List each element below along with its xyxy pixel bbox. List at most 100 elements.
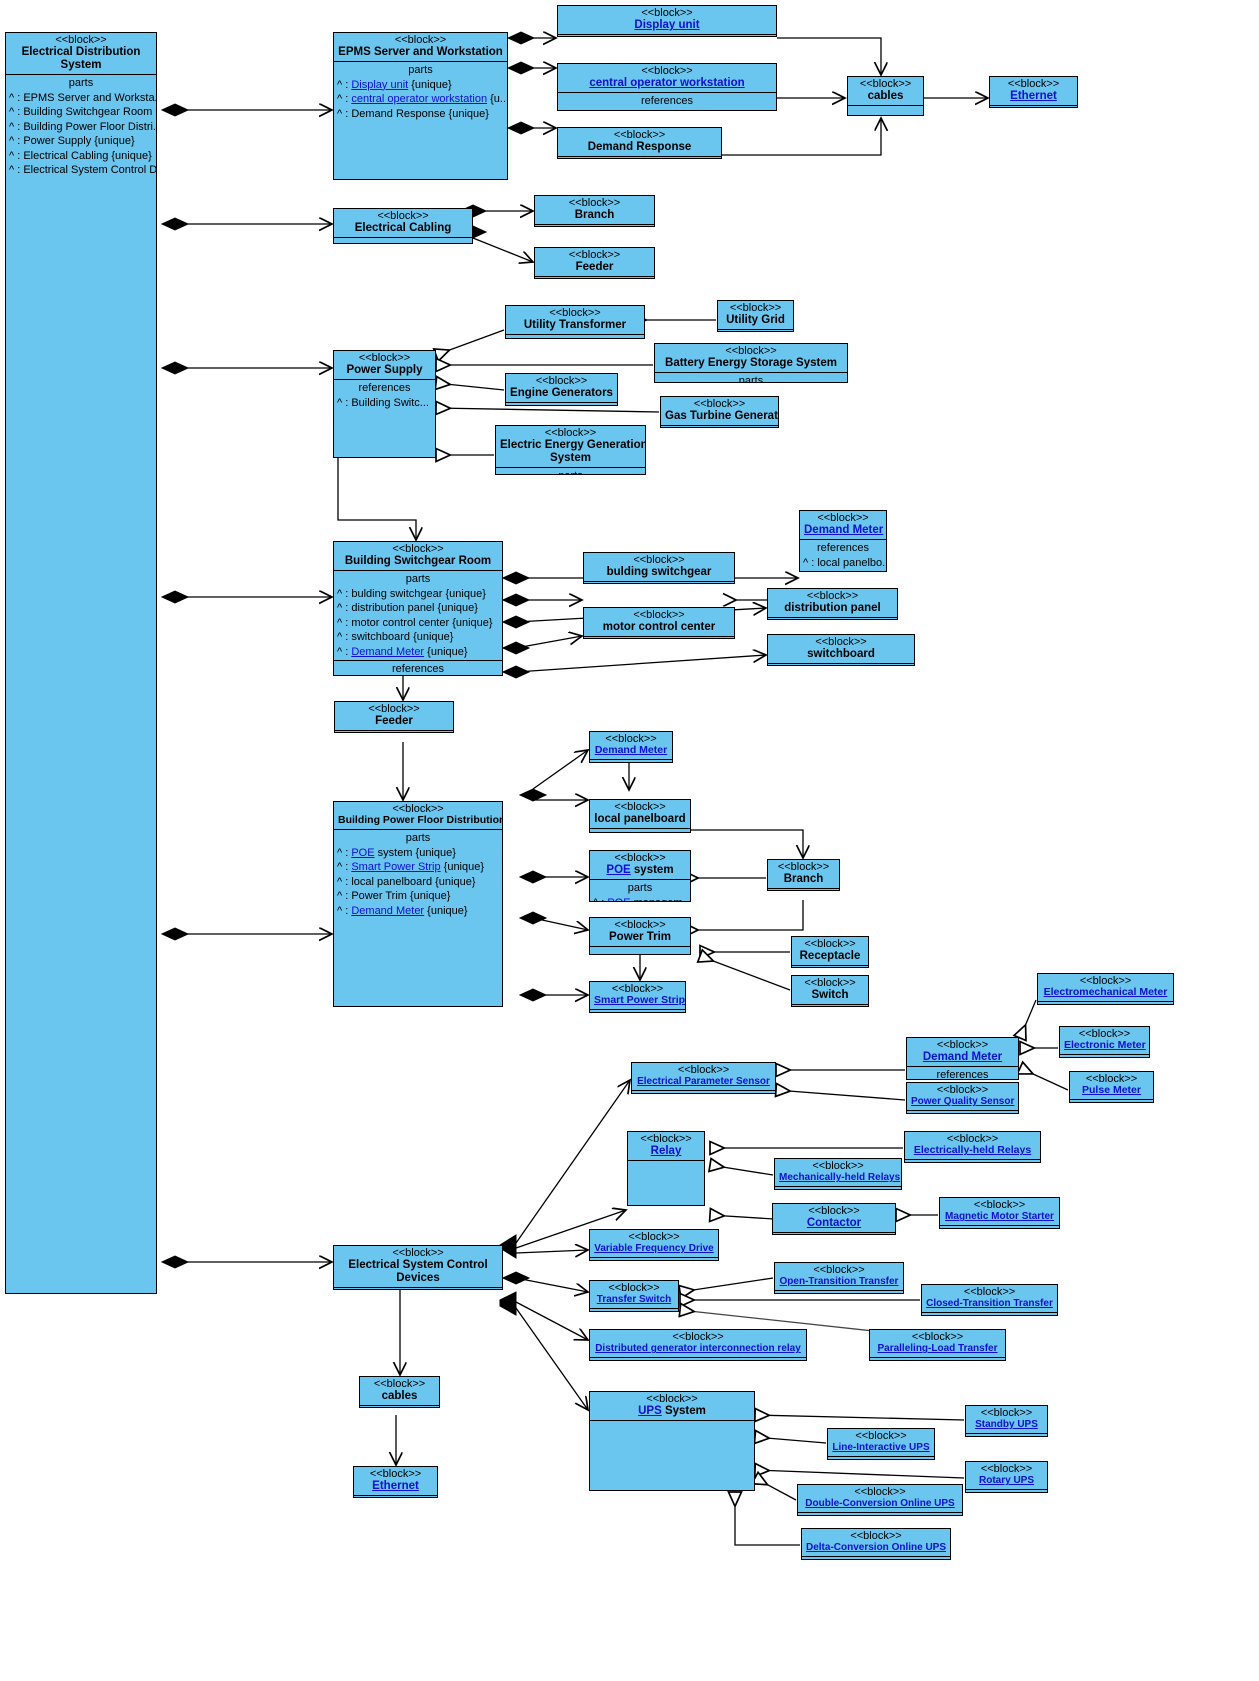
block-delta-conversion-online-ups[interactable]: <<block>> Delta-Conversion Online UPS <box>801 1528 951 1560</box>
block-name: Electrical Cabling <box>354 222 452 235</box>
block-paralleling-load-transfer[interactable]: <<block>> Paralleling-Load Transfer <box>869 1329 1006 1361</box>
block-header: <<block>> Closed-Transition Transfer <box>922 1285 1057 1312</box>
block-name: switchboard <box>807 648 875 661</box>
compartment-title: parts <box>627 882 653 895</box>
block-magnetic-motor-starter[interactable]: <<block>> Magnetic Motor Starter <box>939 1197 1060 1229</box>
block-name: distribution panel <box>784 602 881 615</box>
block-electronic-meter[interactable]: <<block>> Electronic Meter <box>1059 1026 1150 1058</box>
block-branch-top[interactable]: <<block>> Branch <box>534 195 655 227</box>
block-feeder-mid[interactable]: <<block>> Feeder <box>334 701 454 733</box>
block-ups-system[interactable]: <<block>> UPS System <box>589 1391 755 1491</box>
block-name-line2: System <box>60 59 102 72</box>
block-cables-top[interactable]: <<block>> cables <box>847 76 924 116</box>
block-distributed-generator-interconnection-relay[interactable]: <<block>> Distributed generator intercon… <box>589 1329 807 1361</box>
stereotype-label: <<block>> <box>608 1282 660 1294</box>
block-electric-energy-generation-system[interactable]: <<block>> Electric Energy Generation Sys… <box>495 425 646 475</box>
block-utility-grid[interactable]: <<block>> Utility Grid <box>717 300 794 332</box>
block-epms-server-and-workstation[interactable]: <<block>> EPMS Server and Workstation pa… <box>333 32 508 180</box>
stereotype-label: <<block>> <box>817 512 869 524</box>
block-central-operator-workstation[interactable]: <<block>> central operator workstation r… <box>557 63 777 111</box>
block-standby-ups[interactable]: <<block>> Standby UPS <box>965 1405 1048 1437</box>
block-cables-bottom[interactable]: <<block>> cables <box>359 1376 440 1408</box>
block-feeder-top[interactable]: <<block>> Feeder <box>534 247 655 279</box>
empty-compartment <box>661 425 778 427</box>
parts-compartment: parts <box>496 467 645 474</box>
block-header: <<block>> motor control center <box>584 608 734 636</box>
block-header: <<block>> POE system <box>590 851 690 879</box>
block-electrically-held-relays[interactable]: <<block>> Electrically-held Relays <box>904 1131 1041 1163</box>
block-branch-mid[interactable]: <<block>> Branch <box>767 859 840 891</box>
block-smart-power-strip[interactable]: <<block>> Smart Power Strip <box>589 981 686 1013</box>
block-header: <<block>> bulding switchgear <box>584 553 734 581</box>
references-compartment: references ^ : Building Switc... <box>334 379 435 457</box>
block-variable-frequency-drive[interactable]: <<block>> Variable Frequency Drive <box>589 1229 719 1261</box>
block-poe-system[interactable]: <<block>> POE system parts ^ : POE manag… <box>589 850 691 902</box>
compartment-title: references <box>392 663 444 676</box>
block-display-unit[interactable]: <<block>> Display unit <box>557 5 777 37</box>
block-name: Standby UPS <box>975 1419 1038 1431</box>
stereotype-label: <<block>> <box>544 427 597 439</box>
block-name: Rotary UPS <box>978 1475 1034 1487</box>
block-rotary-ups[interactable]: <<block>> Rotary UPS <box>965 1461 1048 1493</box>
block-local-panelboard[interactable]: <<block>> local panelboard <box>589 799 691 833</box>
block-demand-meter-switchgear[interactable]: <<block>> Demand Meter references ^ : lo… <box>799 510 887 572</box>
block-electromechanical-meter[interactable]: <<block>> Electromechanical Meter <box>1037 973 1174 1005</box>
block-motor-control-center[interactable]: <<block>> motor control center <box>583 607 735 639</box>
block-header: <<block>> distribution panel <box>768 589 897 617</box>
block-power-quality-sensor[interactable]: <<block>> Power Quality Sensor <box>906 1082 1019 1114</box>
compartment-title: references <box>817 542 869 555</box>
block-demand-meter-floor[interactable]: <<block>> Demand Meter <box>589 731 673 763</box>
block-header: <<block>> Standby UPS <box>966 1406 1047 1433</box>
block-demand-response[interactable]: <<block>> Demand Response <box>557 127 722 159</box>
block-battery-energy-storage-system[interactable]: <<block>> Battery Energy Storage System … <box>654 343 848 383</box>
block-receptacle[interactable]: <<block>> Receptacle <box>791 936 869 968</box>
stereotype-label: <<block>> <box>980 1407 1033 1419</box>
block-switchboard[interactable]: <<block>> switchboard <box>767 634 915 666</box>
block-utility-transformer[interactable]: <<block>> Utility Transformer <box>505 305 645 339</box>
block-header: <<block>> Smart Power Strip <box>590 982 685 1009</box>
block-header: <<block>> Demand Meter <box>907 1038 1018 1066</box>
block-double-conversion-online-ups[interactable]: <<block>> Double-Conversion Online UPS <box>797 1484 963 1516</box>
stereotype-label: <<block>> <box>633 554 685 566</box>
block-distribution-panel[interactable]: <<block>> distribution panel <box>767 588 898 620</box>
block-power-supply[interactable]: <<block>> Power Supply references ^ : Bu… <box>333 350 436 458</box>
stereotype-label: <<block>> <box>973 1199 1026 1211</box>
stereotype-label: <<block>> <box>392 543 444 555</box>
block-header: <<block>> Utility Transformer <box>506 306 644 334</box>
block-engine-generators[interactable]: <<block>> Engine Generators <box>505 373 618 406</box>
block-demand-meter-sensor[interactable]: <<block>> Demand Meter references <box>906 1037 1019 1080</box>
block-power-trim[interactable]: <<block>> Power Trim <box>589 917 691 955</box>
block-switch[interactable]: <<block>> Switch <box>791 975 869 1007</box>
block-building-power-floor-distribution[interactable]: <<block>> Building Power Floor Distribut… <box>333 801 503 1007</box>
block-bulding-switchgear[interactable]: <<block>> bulding switchgear <box>583 552 735 584</box>
compartment-title: parts <box>738 375 764 383</box>
block-electrical-parameter-sensor[interactable]: <<block>> Electrical Parameter Sensor <box>631 1062 776 1094</box>
block-name: Building Power Floor Distribution <box>338 814 503 827</box>
block-mechanically-held-relays[interactable]: <<block>> Mechanically-held Relays <box>774 1158 902 1190</box>
stereotype-label: <<block>> <box>55 34 107 46</box>
block-pulse-meter[interactable]: <<block>> Pulse Meter <box>1069 1071 1154 1103</box>
block-line-interactive-ups[interactable]: <<block>> Line-Interactive UPS <box>827 1428 935 1460</box>
block-open-transition-transfer[interactable]: <<block>> Open-Transition Transfer <box>774 1262 904 1294</box>
empty-compartment <box>590 1420 754 1490</box>
block-name: Branch <box>574 209 615 222</box>
property-item: ^ : POE managem... <box>593 896 690 901</box>
block-contactor[interactable]: <<block>> Contactor <box>772 1203 896 1235</box>
parts-compartment: parts ^ : EPMS Server and Worksta... ^ :… <box>6 74 156 1293</box>
block-name: Electronic Meter <box>1064 1039 1146 1052</box>
block-closed-transition-transfer[interactable]: <<block>> Closed-Transition Transfer <box>921 1284 1058 1316</box>
stereotype-label: <<block>> <box>963 1286 1016 1298</box>
block-electrical-cabling[interactable]: <<block>> Electrical Cabling <box>333 208 473 244</box>
block-name: bulding switchgear <box>606 566 712 579</box>
block-building-switchgear-room[interactable]: <<block>> Building Switchgear Room parts… <box>333 541 503 676</box>
block-transfer-switch[interactable]: <<block>> Transfer Switch <box>589 1280 679 1312</box>
block-header: <<block>> Utility Grid <box>718 301 793 329</box>
block-ethernet-top[interactable]: <<block>> Ethernet <box>989 76 1078 108</box>
block-electrical-system-control-devices[interactable]: <<block>> Electrical System Control Devi… <box>333 1245 503 1290</box>
block-gas-turbine-generator[interactable]: <<block>> Gas Turbine Generator <box>660 396 779 428</box>
stereotype-label: <<block>> <box>936 1039 989 1051</box>
block-ethernet-bottom[interactable]: <<block>> Ethernet <box>353 1466 438 1498</box>
block-electrical-distribution-system[interactable]: <<block>> Electrical Distribution System… <box>5 32 157 1294</box>
block-name: Relay <box>650 1145 682 1158</box>
block-relay[interactable]: <<block>> Relay <box>627 1131 705 1206</box>
